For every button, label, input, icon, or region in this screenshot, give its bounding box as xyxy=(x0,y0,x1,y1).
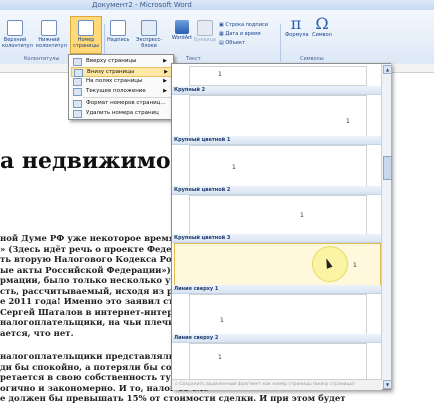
signature-line-label: Строка подписи xyxy=(225,22,268,28)
omega-icon: Ω xyxy=(315,14,329,33)
gallery-thumbnail[interactable]: 1 xyxy=(189,294,367,336)
page-number-button[interactable]: Номер страницы xyxy=(70,16,102,54)
document-text-line: е должен бы превышать 15% от стоимости с… xyxy=(0,394,346,404)
title-bar: Документ2 - Microsoft Word xyxy=(0,0,434,10)
menu-item-icon xyxy=(73,58,82,66)
gallery-section-label: Линия сверху 1 xyxy=(172,285,382,294)
document-text-line: ди бы спокойно, а потеряли бы сон, ка xyxy=(0,362,196,373)
menu-item-label: Текущее положение xyxy=(86,88,146,94)
footer-button[interactable]: Нижний колонтитул xyxy=(36,20,67,49)
footer-label-2: колонтитул xyxy=(36,43,67,49)
group-separator xyxy=(280,24,281,62)
submenu-arrow-icon: ▶ xyxy=(164,69,168,75)
page-number-menu-item[interactable]: На полях страницы ▶ xyxy=(71,77,171,86)
header-label-2: колонтитул xyxy=(2,43,33,49)
gallery-section-label: Крупный цветной 2 xyxy=(172,186,382,195)
scroll-down-button[interactable]: ▼ xyxy=(383,380,392,389)
menu-item-icon xyxy=(74,69,83,77)
window-title: Документ2 - Microsoft Word xyxy=(92,1,192,9)
gallery-section-label: Линия сверху 2 xyxy=(172,334,382,343)
page-number-menu-item[interactable]: Внизу страницы ▶ xyxy=(71,67,173,77)
gallery-thumbnail[interactable]: 1 xyxy=(189,343,367,381)
gallery-thumbnail[interactable]: 1 xyxy=(174,243,381,287)
textbox-button[interactable]: Надпись xyxy=(107,20,130,43)
header-button[interactable]: Верхний колонтитул xyxy=(2,20,33,49)
page-number-menu-item[interactable]: Формат номеров страниц... xyxy=(71,99,171,108)
thumbnail-page-number: 1 xyxy=(353,262,357,269)
footer-icon xyxy=(41,20,57,36)
text-group-label: Текст xyxy=(186,56,201,62)
ribbon: Верхний колонтитул Нижний колонтитул Ном… xyxy=(0,10,434,65)
gallery-scrollbar[interactable]: ▲ ▼ xyxy=(381,64,392,389)
quick-parts-label: Экспресс-блоки xyxy=(135,37,163,49)
submenu-arrow-icon: ▶ xyxy=(163,58,167,64)
menu-separator xyxy=(83,97,171,98)
gallery-section-label: Крупный цветной 1 xyxy=(172,136,382,145)
wordart-label: WordArt xyxy=(171,35,193,41)
page-number-menu-item[interactable]: Текущее положение ▶ xyxy=(71,87,171,96)
thumbnail-page-number: 1 xyxy=(218,71,222,78)
page-number-gallery: 1 Крупный 2 1 Крупный цветной 1 1 Крупный цве… xyxy=(171,63,392,390)
gallery-thumbnail[interactable]: 1 xyxy=(189,195,367,237)
gallery-section-label: Крупный 2 xyxy=(172,86,382,95)
thumbnail-page-number: 1 xyxy=(232,164,236,171)
scroll-thumb[interactable] xyxy=(383,156,392,180)
scroll-up-button[interactable]: ▲ xyxy=(383,65,392,74)
gallery-save-label: Сохранить выделенный фрагмент как номер … xyxy=(179,382,355,387)
gallery-thumbnail[interactable]: 1 xyxy=(189,95,367,137)
gallery-thumbnail[interactable]: 1 xyxy=(189,66,367,86)
gallery-thumbnail[interactable]: 1 xyxy=(189,145,367,187)
page-number-menu: Вверху страницы ▶ Внизу страницы ▶ На полях … xyxy=(68,54,174,120)
quick-parts-icon xyxy=(141,20,157,36)
thumbnail-page-number: 1 xyxy=(346,118,350,125)
dropcap-label: Буквица xyxy=(194,37,217,43)
menu-item-label: На полях страницы xyxy=(86,78,143,84)
menu-item-icon xyxy=(73,110,82,118)
menu-item-label: Удалить номера страниц xyxy=(86,110,159,116)
page-number-menu-item[interactable]: Вверху страницы ▶ xyxy=(71,57,171,66)
menu-item-label: Вверху страницы xyxy=(86,58,137,64)
wordart-icon xyxy=(175,20,189,34)
date-time-item[interactable]: ▦ Дата и время xyxy=(219,31,261,38)
document-text-line: сть, рассчитываемый, исходя из рыноч xyxy=(0,286,200,297)
pi-icon: π xyxy=(290,14,302,33)
signature-line-item[interactable]: ▣ Строка подписи xyxy=(219,22,268,29)
symbol-button[interactable]: Ω Символ xyxy=(311,14,333,39)
thumbnail-page-number: 1 xyxy=(218,354,222,361)
submenu-arrow-icon: ▶ xyxy=(163,88,167,94)
textbox-label: Надпись xyxy=(107,37,130,43)
object-label: Объект xyxy=(225,40,245,46)
document-text-line: ается, что нет. xyxy=(0,328,74,339)
page-number-menu-item[interactable]: Удалить номера страниц xyxy=(71,109,171,118)
document-text-line: ть вторую Налогового Кодекса Российс xyxy=(0,255,200,265)
page-number-icon xyxy=(78,20,94,36)
menu-item-icon xyxy=(73,100,82,108)
menu-item-icon xyxy=(73,78,82,86)
object-item[interactable]: ▤ Объект xyxy=(219,40,245,47)
menu-item-label: Формат номеров страниц... xyxy=(86,100,166,106)
page-number-label-2: страницы xyxy=(73,43,99,49)
wordart-button[interactable]: WordArt xyxy=(170,20,194,41)
gallery-save-selection[interactable]: ▫ Сохранить выделенный фрагмент как номе… xyxy=(172,379,382,390)
save-icon: ▫ xyxy=(175,382,179,387)
dropcap-icon xyxy=(197,20,213,36)
menu-item-icon xyxy=(73,88,82,96)
thumbnail-page-number: 1 xyxy=(300,212,304,219)
equation-label: Формула xyxy=(285,32,309,38)
symbols-group-label: Символы xyxy=(300,56,324,62)
menu-item-label: Внизу страницы xyxy=(87,69,135,75)
submenu-arrow-icon: ▶ xyxy=(163,78,167,84)
symbol-label: Символ xyxy=(312,32,332,38)
thumbnail-page-number: 1 xyxy=(220,317,224,324)
textbox-icon xyxy=(110,20,126,36)
equation-button[interactable]: π Формула xyxy=(285,14,309,39)
gallery-section-label: Крупный цветной 3 xyxy=(172,234,382,243)
date-time-label: Дата и время xyxy=(225,31,261,37)
quick-parts-button[interactable]: Экспресс-блоки xyxy=(130,20,168,49)
dropcap-button[interactable]: Буквица xyxy=(194,20,216,43)
header-icon xyxy=(7,20,23,36)
header-footer-group-label: Колонтитулы xyxy=(24,56,60,62)
